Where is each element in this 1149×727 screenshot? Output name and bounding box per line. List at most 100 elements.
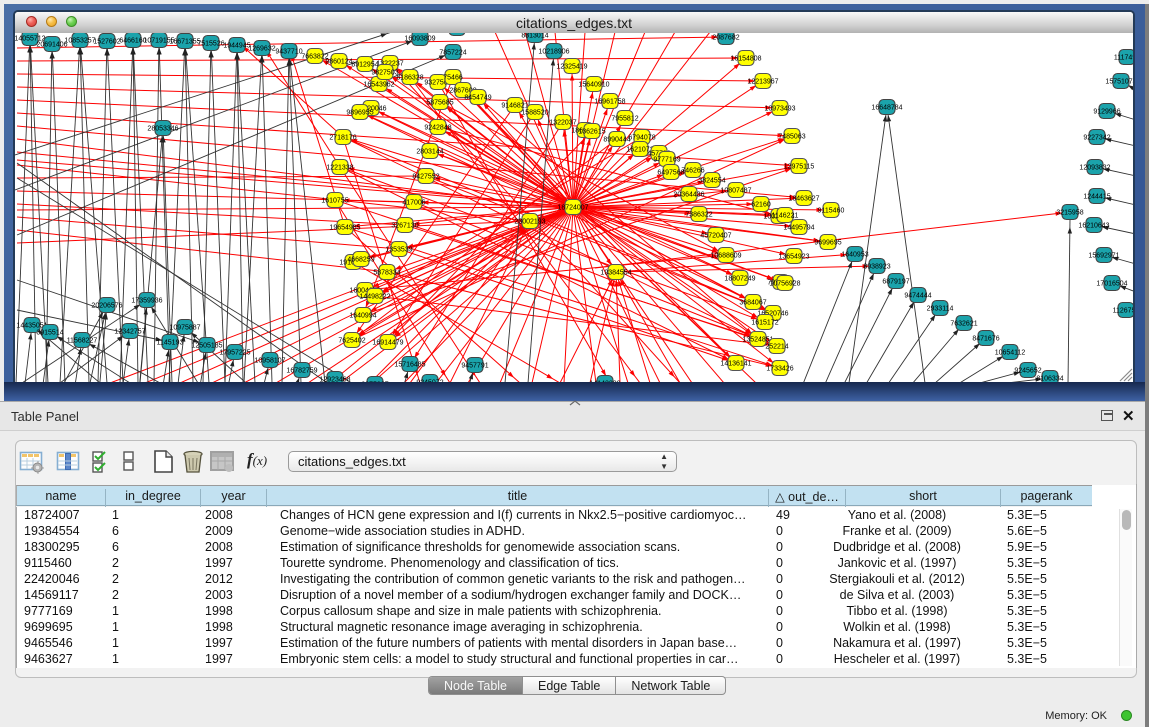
svg-text:16671355: 16671355 (169, 39, 200, 46)
svg-text:14495794: 14495794 (783, 225, 814, 232)
svg-text:7625402: 7625402 (338, 338, 365, 345)
svg-text:16154808: 16154808 (730, 56, 761, 63)
svg-text:17957225: 17957225 (219, 350, 250, 357)
svg-text:10975887: 10975887 (169, 325, 200, 332)
svg-text:8813014: 8813014 (521, 33, 548, 40)
svg-text:10756928: 10756928 (769, 281, 800, 288)
svg-text:9699695: 9699695 (814, 240, 841, 247)
svg-text:9827503: 9827503 (371, 70, 398, 77)
svg-text:8912954: 8912954 (351, 62, 378, 69)
svg-text:3215958: 3215958 (1056, 210, 1083, 217)
svg-text:16210643: 16210643 (1078, 223, 1109, 230)
svg-text:75466: 75466 (443, 75, 463, 82)
svg-text:7485063: 7485063 (778, 134, 805, 141)
svg-text:5878334: 5878334 (373, 270, 400, 277)
svg-text:7857224: 7857224 (439, 50, 466, 57)
svg-text:8938923: 8938923 (863, 264, 890, 271)
svg-text:1146221: 1146221 (772, 213, 799, 220)
svg-text:7632621: 7632621 (950, 321, 977, 328)
svg-text:10218906: 10218906 (538, 49, 569, 56)
svg-text:16782759: 16782759 (286, 368, 317, 375)
svg-text:23002193: 23002193 (514, 219, 545, 226)
svg-text:12505185: 12505185 (191, 343, 222, 350)
svg-text:14136141: 14136141 (720, 361, 751, 368)
svg-text:18807249: 18807249 (724, 276, 755, 283)
svg-text:18463627: 18463627 (788, 196, 819, 203)
svg-text:1733426: 1733426 (766, 366, 793, 373)
svg-text:6879197: 6879197 (882, 279, 909, 286)
svg-text:9245652: 9245652 (1014, 368, 1041, 375)
svg-text:9115460: 9115460 (818, 208, 845, 215)
svg-text:15640910: 15640910 (578, 82, 609, 89)
svg-text:12923468: 12923468 (319, 377, 350, 383)
svg-text:19654985: 19654985 (329, 225, 360, 232)
svg-text:20691406: 20691406 (36, 42, 67, 49)
svg-text:1145193: 1145193 (157, 340, 184, 347)
svg-text:1588520: 1588520 (521, 110, 548, 117)
svg-text:7955812: 7955812 (611, 116, 638, 123)
svg-text:12342757: 12342757 (114, 329, 145, 336)
svg-text:2803144: 2803144 (416, 149, 443, 156)
svg-text:17359936: 17359936 (131, 298, 162, 305)
svg-text:9245072: 9245072 (416, 380, 443, 383)
svg-text:10688609: 10688609 (710, 253, 741, 260)
svg-text:9457791: 9457791 (461, 363, 488, 370)
svg-text:1221338: 1221338 (326, 165, 353, 172)
svg-text:252214: 252214 (765, 344, 788, 351)
svg-text:16543962: 16543962 (363, 82, 394, 89)
svg-text:8454749: 8454749 (464, 95, 491, 102)
svg-text:9437710: 9437710 (275, 49, 302, 56)
svg-text:3915514: 3915514 (36, 330, 63, 337)
svg-text:10807487: 10807487 (720, 188, 751, 195)
svg-text:4668259: 4668259 (347, 257, 374, 264)
svg-text:10973493: 10973493 (764, 106, 795, 113)
svg-text:14143330: 14143330 (589, 381, 620, 383)
svg-text:10958107: 10958107 (254, 358, 285, 365)
svg-text:6794078: 6794078 (628, 135, 655, 142)
svg-text:9474444: 9474444 (904, 293, 931, 300)
svg-text:45720407: 45720407 (700, 233, 731, 240)
svg-text:20364436: 20364436 (673, 192, 704, 199)
svg-text:8471676: 8471676 (972, 336, 999, 343)
svg-text:9896955: 9896955 (346, 110, 373, 117)
svg-text:9227342: 9227342 (1083, 135, 1110, 142)
svg-text:2718176: 2718176 (329, 135, 356, 142)
svg-text:1126753: 1126753 (1113, 308, 1133, 315)
svg-text:28053346: 28053346 (147, 126, 178, 133)
svg-text:1615172: 1615172 (751, 320, 778, 327)
svg-text:1944945: 1944945 (223, 43, 250, 50)
svg-text:1353539: 1353539 (385, 247, 412, 254)
svg-text:1117492: 1117492 (1114, 55, 1133, 62)
svg-text:13654923: 13654923 (778, 254, 809, 261)
svg-text:9777169: 9777169 (653, 157, 680, 164)
svg-text:1640994: 1640994 (349, 313, 376, 320)
svg-text:10853257: 10853257 (64, 38, 95, 45)
svg-text:1322037: 1322037 (549, 120, 576, 127)
svg-text:62160: 62160 (751, 202, 771, 209)
svg-text:1269632: 1269632 (248, 46, 275, 53)
svg-text:3267130: 3267130 (391, 223, 418, 230)
svg-text:3824554: 3824554 (698, 178, 725, 185)
svg-text:1610755: 1610755 (321, 198, 348, 205)
svg-text:16093809: 16093809 (404, 36, 435, 43)
svg-text:19384554: 19384554 (600, 270, 631, 277)
svg-text:12975115: 12975115 (784, 164, 815, 171)
svg-text:15692971: 15692971 (1088, 253, 1119, 260)
svg-text:417006: 417006 (402, 200, 425, 207)
svg-text:8186328: 8186328 (396, 75, 423, 82)
svg-text:5875685: 5875685 (426, 100, 453, 107)
svg-text:20206576: 20206576 (91, 303, 122, 310)
svg-text:8975337: 8975337 (361, 382, 388, 383)
svg-text:8106334: 8106334 (1036, 376, 1063, 383)
svg-text:7386322: 7386322 (685, 212, 712, 219)
svg-text:3684067: 3684067 (739, 300, 766, 307)
svg-text:11568227: 11568227 (67, 338, 98, 345)
svg-text:9860124: 9860124 (325, 59, 352, 66)
svg-text:9146821: 9146821 (501, 103, 528, 110)
svg-text:9129966: 9129966 (1093, 109, 1120, 116)
svg-text:2933114: 2933114 (927, 306, 954, 313)
svg-text:17016504: 17016504 (1096, 281, 1127, 288)
svg-text:16914479: 16914479 (372, 340, 403, 347)
svg-text:18724007: 18724007 (557, 205, 588, 212)
svg-text:1244415: 1244415 (1083, 194, 1110, 201)
